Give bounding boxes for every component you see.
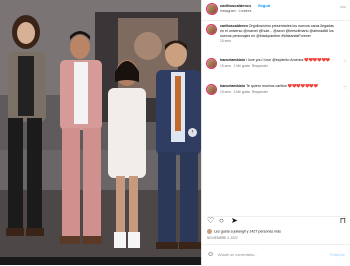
comment-text: I love you I love @espiento America — [246, 58, 304, 62]
post-photo[interactable]: › — [0, 0, 201, 265]
post-actions: ♡ ○ ➤ ⊓ — [207, 216, 346, 227]
likes-count[interactable]: Les gusta a juliangil y 1427 personas má… — [207, 229, 281, 234]
avatar — [207, 229, 212, 234]
comment-time: 15 sem. — [220, 63, 232, 68]
post-photo-image — [0, 0, 201, 265]
comment-text: Te quiero muchos carlitos — [246, 84, 287, 88]
heart-icon[interactable]: ♡ — [207, 217, 214, 225]
comment-icon[interactable]: ○ — [219, 217, 224, 225]
post-username[interactable]: carlitoscalderon — [220, 3, 251, 8]
post-detail-panel: carlitoscalderon Seguir Instagram · Lond… — [201, 0, 350, 265]
comment-input[interactable]: Añade un comentario... — [218, 253, 257, 257]
caption-username[interactable]: carlitoscalderon — [220, 24, 248, 28]
comment-likes[interactable]: 1 Me gusta — [234, 64, 250, 68]
comment-username[interactable]: hancelambinio — [220, 58, 245, 62]
heart-icon[interactable]: ♡ — [343, 85, 347, 91]
post-date: NOVIEMBRE 3, 2022 — [207, 236, 238, 240]
comment-time: 15 sem. — [220, 89, 232, 94]
comment-hearts: ❤️❤️❤️❤️❤️❤️ — [304, 58, 331, 62]
follow-button[interactable]: Seguir — [258, 3, 270, 8]
comment-hearts: ❤️❤️❤️❤️❤️❤️❤️ — [287, 84, 318, 88]
share-icon[interactable]: ➤ — [231, 217, 238, 225]
comment-username[interactable]: hancelambinio — [220, 84, 245, 88]
avatar[interactable] — [207, 85, 216, 94]
publish-button[interactable]: Publicar — [330, 253, 345, 257]
heart-icon[interactable]: ♡ — [343, 59, 347, 65]
likes-text[interactable]: Les gusta a juliangil y 1427 personas má… — [214, 229, 281, 233]
reply-button[interactable]: Responder — [252, 64, 268, 68]
bookmark-icon[interactable]: ⊓ — [340, 217, 346, 225]
post-header: carlitoscalderon Seguir Instagram · Lond… — [202, 0, 350, 21]
emoji-icon[interactable]: ☺ — [207, 251, 214, 258]
post-location[interactable]: Instagram · Londres — [220, 9, 251, 13]
avatar[interactable] — [207, 25, 216, 34]
avatar[interactable] — [207, 4, 217, 14]
more-options-icon[interactable]: ⋯ — [340, 4, 346, 11]
avatar[interactable] — [207, 59, 216, 68]
caption-time: 15 sem. — [220, 39, 232, 44]
comment-likes[interactable]: 3 Me gusta — [234, 90, 250, 94]
add-comment-bar: ☺ Añade un comentario... Publicar — [202, 244, 350, 266]
reply-button[interactable]: Responder — [252, 90, 268, 94]
next-photo-icon[interactable]: › — [188, 128, 197, 137]
